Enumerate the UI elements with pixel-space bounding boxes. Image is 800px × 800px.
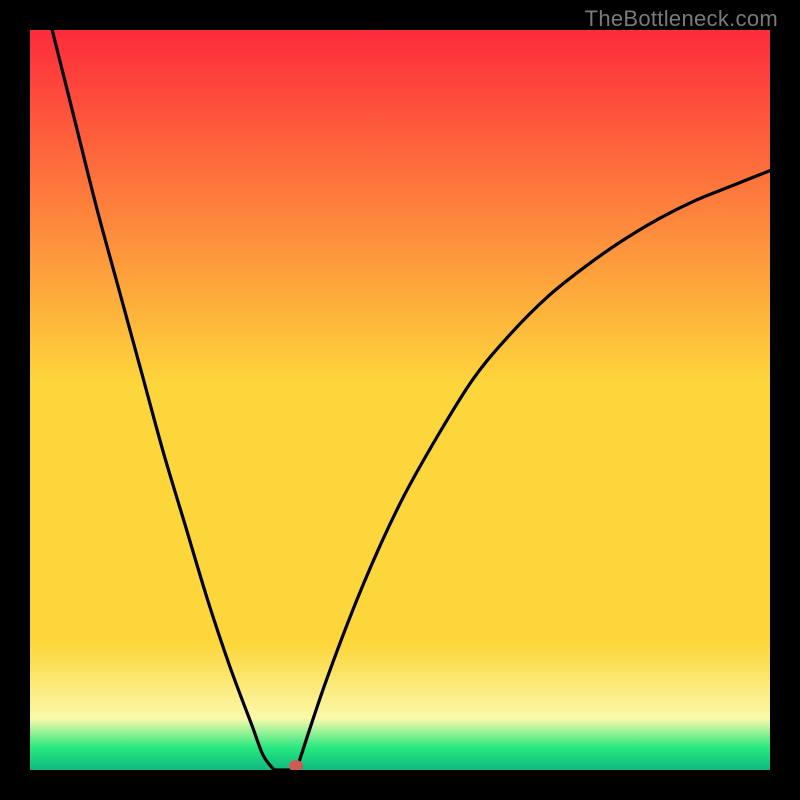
bottleneck-curve	[30, 30, 770, 770]
chart-frame: TheBottleneck.com	[0, 0, 800, 800]
watermark-text: TheBottleneck.com	[585, 6, 778, 32]
optimum-marker	[289, 760, 303, 770]
plot-area	[30, 30, 770, 770]
